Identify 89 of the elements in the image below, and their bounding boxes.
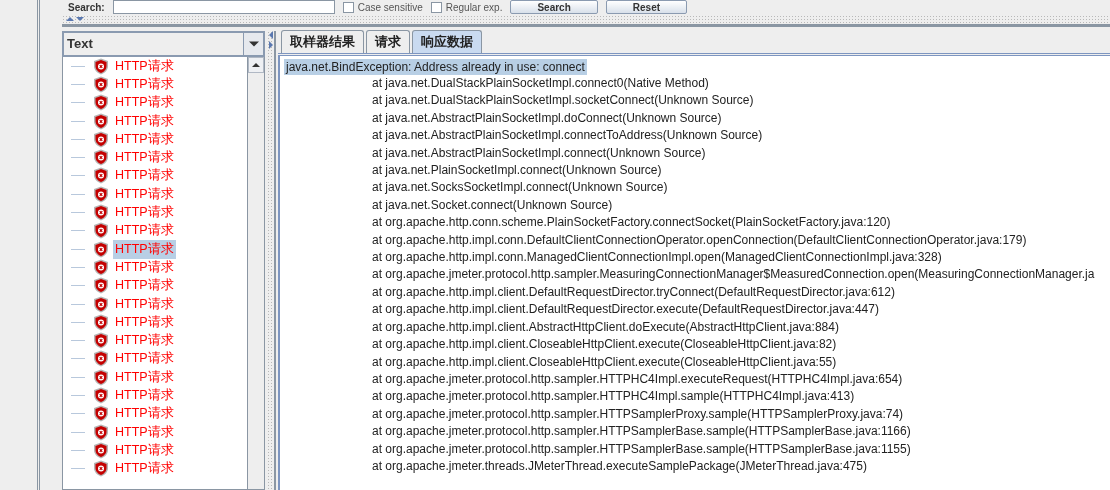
renderer-dropdown[interactable]: Text xyxy=(62,31,265,57)
tree-item[interactable]: HTTP请求 xyxy=(113,257,176,277)
collapse-left-icon xyxy=(267,31,275,39)
tree-item[interactable]: HTTP请求 xyxy=(113,404,176,424)
error-shield-icon xyxy=(93,185,109,203)
error-shield-icon xyxy=(93,405,109,423)
tree-item[interactable]: HTTP请求 xyxy=(113,111,176,131)
tree-item[interactable]: HTTP请求 xyxy=(113,349,176,369)
tree-item[interactable]: HTTP请求 xyxy=(113,331,176,351)
tree-item[interactable]: HTTP请求 xyxy=(113,57,176,76)
stack-trace-line: at java.net.SocksSocketImpl.connect(Unknown Source) xyxy=(372,179,668,197)
error-shield-icon xyxy=(93,460,109,478)
error-shield-icon xyxy=(93,441,109,459)
error-shield-icon xyxy=(93,240,109,258)
stack-trace-line: at org.apache.jmeter.protocol.http.sampler.HTTPHC4Impl.sample(HTTPHC4Impl.java:413) xyxy=(372,388,855,406)
stack-trace-line: at java.net.AbstractPlainSocketImpl.doConnect(Unknown Source) xyxy=(372,109,722,127)
tree-item[interactable]: HTTP请求 xyxy=(113,239,176,259)
stack-trace-line: at org.apache.jmeter.threads.JMeterThread.executeSamplePackage(JMeterThread.java:475) xyxy=(372,457,867,475)
caret-icon xyxy=(248,39,259,49)
tree-item[interactable]: HTTP请求 xyxy=(113,129,176,149)
collapse-up-icon xyxy=(66,15,74,23)
stack-trace-line: at org.apache.http.impl.client.DefaultRequestDirector.tryConnect(DefaultRequestDirector.java:612) xyxy=(372,283,895,301)
stack-trace-line: at org.apache.jmeter.protocol.http.sampler.MeasuringConnectionManager$MeasuredConnection.open(MeasuringConnectionManager.ja xyxy=(372,266,1095,284)
stack-trace-line: at java.net.AbstractPlainSocketImpl.connect(Unknown Source) xyxy=(372,144,706,162)
stack-trace-line: at org.apache.http.impl.client.CloseableHttpClient.execute(CloseableHttpClient.java:55) xyxy=(372,353,837,371)
error-shield-icon xyxy=(93,204,109,221)
stack-trace-line: at java.net.DualStackPlainSocketImpl.socketConnect(Unknown Source) xyxy=(372,92,754,110)
error-shield-icon xyxy=(93,258,109,276)
stack-trace-line: at java.net.DualStackPlainSocketImpl.connect0(Native Method) xyxy=(372,75,709,92)
option-checkbox[interactable]: Regular exp. xyxy=(430,1,503,13)
error-shield-icon xyxy=(93,112,109,130)
stack-trace-line: at org.apache.jmeter.protocol.http.sampler.HTTPSamplerProxy.sample(HTTPSamplerProxy.java:74) xyxy=(372,405,904,423)
reset-button[interactable]: Reset xyxy=(605,0,688,14)
stack-trace-line: at org.apache.http.impl.conn.DefaultClientConnectionOperator.openConnection(DefaultClientConnectionOperator.java:179) xyxy=(372,231,1027,249)
stack-trace-line: at java.net.Socket.connect(Unknown Source) xyxy=(372,196,613,214)
search-button[interactable]: Search xyxy=(510,0,598,14)
tree-item[interactable]: HTTP请求 xyxy=(113,93,176,113)
stack-trace-line: at org.apache.http.impl.conn.ManagedClientConnectionImpl.open(ManagedClientConnectionImpl.java:328) xyxy=(372,249,942,267)
search-field[interactable] xyxy=(112,0,335,14)
error-shield-icon xyxy=(93,295,109,313)
stack-trace-line: at org.apache.jmeter.protocol.http.sampler.HTTPSamplerBase.sample(HTTPSamplerBase.java:1155) xyxy=(372,440,911,458)
stack-trace-line: at org.apache.jmeter.protocol.http.sampler.HTTPHC4Impl.executeRequest(HTTPHC4Impl.java:654) xyxy=(372,370,903,388)
tree-item[interactable]: HTTP请求 xyxy=(113,221,176,241)
tree-item[interactable]: HTTP请求 xyxy=(113,166,176,186)
stack-trace-line: at java.net.PlainSocketImpl.connect(Unknown Source) xyxy=(372,162,662,180)
error-shield-icon xyxy=(93,387,109,404)
stack-trace-line: at org.apache.http.impl.client.AbstractHttpClient.doExecute(AbstractHttpClient.java:884) xyxy=(372,318,839,336)
stack-trace-line: at org.apache.http.conn.scheme.PlainSocketFactory.connectSocket(PlainSocketFactory.java:120) xyxy=(372,214,891,232)
search-label: Search: xyxy=(68,1,105,13)
tree-item[interactable]: HTTP请求 xyxy=(113,203,176,223)
error-shield-icon xyxy=(93,149,109,167)
dropdown-value: Text xyxy=(66,35,94,53)
scrollbar[interactable] xyxy=(247,57,264,489)
tree-item[interactable]: HTTP请求 xyxy=(113,184,176,204)
tree-item[interactable]: HTTP请求 xyxy=(113,459,176,479)
stack-trace-line: at java.net.AbstractPlainSocketImpl.connectToAddress(Unknown Source) xyxy=(372,127,763,145)
stack-trace-line: at org.apache.http.impl.client.DefaultRequestDirector.execute(DefaultRequestDirector.java:447) xyxy=(372,301,879,319)
stack-trace-line: at org.apache.http.impl.client.CloseableHttpClient.execute(CloseableHttpClient.java:82) xyxy=(372,336,837,354)
error-shield-icon xyxy=(93,423,109,441)
error-shield-icon xyxy=(93,94,109,112)
error-shield-icon xyxy=(93,313,109,331)
stack-trace-line: at org.apache.jmeter.protocol.http.sampler.HTTPSamplerBase.sample(HTTPSamplerBase.java:1166) xyxy=(372,423,911,441)
error-shield-icon xyxy=(93,130,109,148)
exception-message: java.net.BindException: Address already in use: connect xyxy=(284,59,587,75)
tree-item[interactable]: HTTP请求 xyxy=(113,367,176,387)
error-shield-icon xyxy=(93,167,109,185)
tab[interactable]: 请求 xyxy=(366,30,410,53)
tree-item[interactable]: HTTP请求 xyxy=(113,422,176,442)
tab[interactable]: 响应数据 xyxy=(412,30,482,53)
error-shield-icon xyxy=(93,332,109,350)
error-shield-icon xyxy=(93,350,109,368)
option-checkbox[interactable]: Case sensitive xyxy=(342,1,423,13)
tree-item[interactable]: HTTP请求 xyxy=(113,312,176,332)
error-shield-icon xyxy=(93,222,109,240)
tree-item[interactable]: HTTP请求 xyxy=(113,294,176,314)
tree-item[interactable]: HTTP请求 xyxy=(113,148,176,168)
tree-item[interactable]: HTTP请求 xyxy=(113,74,176,94)
tree-item[interactable]: HTTP请求 xyxy=(113,440,176,460)
scroll-up-button[interactable] xyxy=(248,57,264,73)
error-shield-icon xyxy=(93,277,109,295)
scroll-up-icon xyxy=(252,61,260,69)
tab[interactable]: 取样器结果 xyxy=(281,30,364,53)
dropdown-button[interactable] xyxy=(243,33,263,55)
expand-down-icon xyxy=(76,15,84,23)
tree-item[interactable]: HTTP请求 xyxy=(113,386,176,405)
error-shield-icon xyxy=(93,368,109,386)
error-shield-icon xyxy=(93,75,109,93)
tree-item[interactable]: HTTP请求 xyxy=(113,276,176,296)
expand-right-icon xyxy=(267,41,275,49)
